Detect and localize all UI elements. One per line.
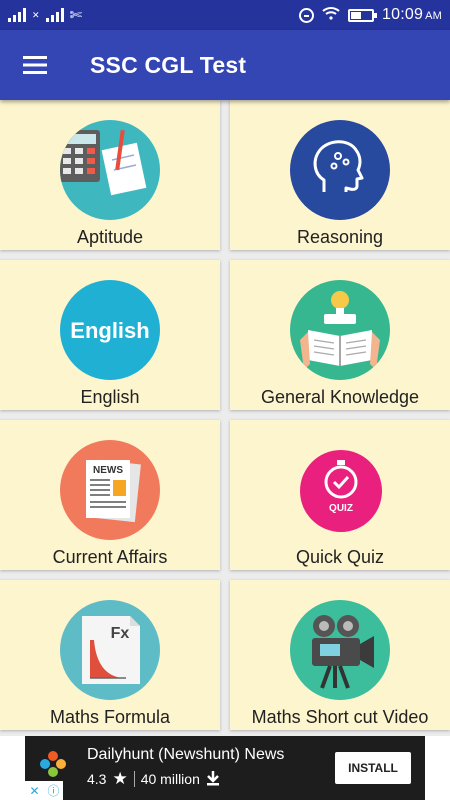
category-label: Quick Quiz (295, 547, 385, 567)
ad-rating: 4.3 (87, 771, 107, 787)
category-card-maths-shortcut-video[interactable]: Maths Short cut Video (230, 580, 450, 730)
signal-2-icon (45, 8, 64, 22)
app-bar: SSC CGL Test (0, 30, 450, 100)
ad-title: Dailyhunt (Newshunt) News (87, 746, 285, 763)
wifi-icon (322, 6, 340, 24)
status-right-icons: 10:09 AM (299, 6, 442, 24)
status-bar: ✕ ✄ 10:09 AM (0, 0, 450, 30)
category-label: General Knowledge (260, 387, 420, 407)
category-label: Maths Formula (49, 707, 171, 727)
category-label: Aptitude (76, 227, 144, 247)
ad-info-icon[interactable]: ⓘ (44, 781, 63, 800)
svg-text:NEWS: NEWS (93, 465, 123, 476)
category-grid: Aptitude Reasoning English English Gener… (0, 100, 450, 736)
menu-button[interactable] (0, 30, 70, 100)
category-card-reasoning[interactable]: Reasoning (230, 100, 450, 250)
category-label: Reasoning (296, 227, 384, 247)
ad-downloads: 40 million (140, 771, 200, 787)
download-icon (206, 770, 220, 789)
star-icon: ★ (112, 769, 128, 788)
close-ad-icon[interactable]: ✕ (25, 781, 44, 800)
calculator-icon (60, 120, 160, 220)
category-label: Maths Short cut Video (251, 707, 429, 727)
ad-choices[interactable]: ✕ ⓘ (25, 781, 63, 800)
formula-document-icon: Fx (60, 600, 160, 700)
category-card-aptitude[interactable]: Aptitude (0, 100, 220, 250)
category-label: Current Affairs (52, 547, 168, 567)
category-card-quick-quiz[interactable]: QUIZ Quick Quiz (230, 420, 450, 570)
divider (133, 771, 135, 787)
newspaper-icon: NEWS (60, 440, 160, 540)
category-card-english[interactable]: English English (0, 260, 220, 410)
status-time: 10:09 AM (382, 6, 442, 23)
category-label: English (80, 387, 140, 407)
quiz-stopwatch-icon: QUIZ (300, 450, 382, 532)
svg-text:Fx: Fx (111, 625, 130, 642)
english-text-icon: English (60, 280, 160, 380)
battery-icon (348, 8, 378, 22)
ad-meta: 4.3 ★ 40 million (87, 769, 220, 789)
brain-head-icon (290, 120, 390, 220)
category-card-general-knowledge[interactable]: General Knowledge (230, 260, 450, 410)
no-sim-icon: ✄ (69, 7, 83, 24)
svg-text:QUIZ: QUIZ (329, 503, 353, 514)
data-saver-icon (299, 7, 315, 23)
app-title: SSC CGL Test (90, 51, 247, 78)
svg-text:English: English (70, 318, 149, 343)
network-x-icon: ✕ (32, 9, 40, 20)
ad-banner[interactable]: Dailyhunt (Newshunt) News 4.3 ★ 40 milli… (25, 736, 425, 800)
category-card-current-affairs[interactable]: NEWS Current Affairs (0, 420, 220, 570)
status-left-icons: ✕ ✄ (8, 6, 299, 24)
hamburger-menu-icon (23, 56, 47, 74)
ad-banner-area: Dailyhunt (Newshunt) News 4.3 ★ 40 milli… (0, 736, 450, 800)
install-button[interactable]: INSTALL (335, 752, 411, 784)
category-card-maths-formula[interactable]: Fx Maths Formula (0, 580, 220, 730)
book-lightbulb-icon (290, 280, 390, 380)
video-camera-icon (290, 600, 390, 700)
dailyhunt-logo-icon (40, 751, 66, 777)
signal-icon (8, 8, 26, 22)
